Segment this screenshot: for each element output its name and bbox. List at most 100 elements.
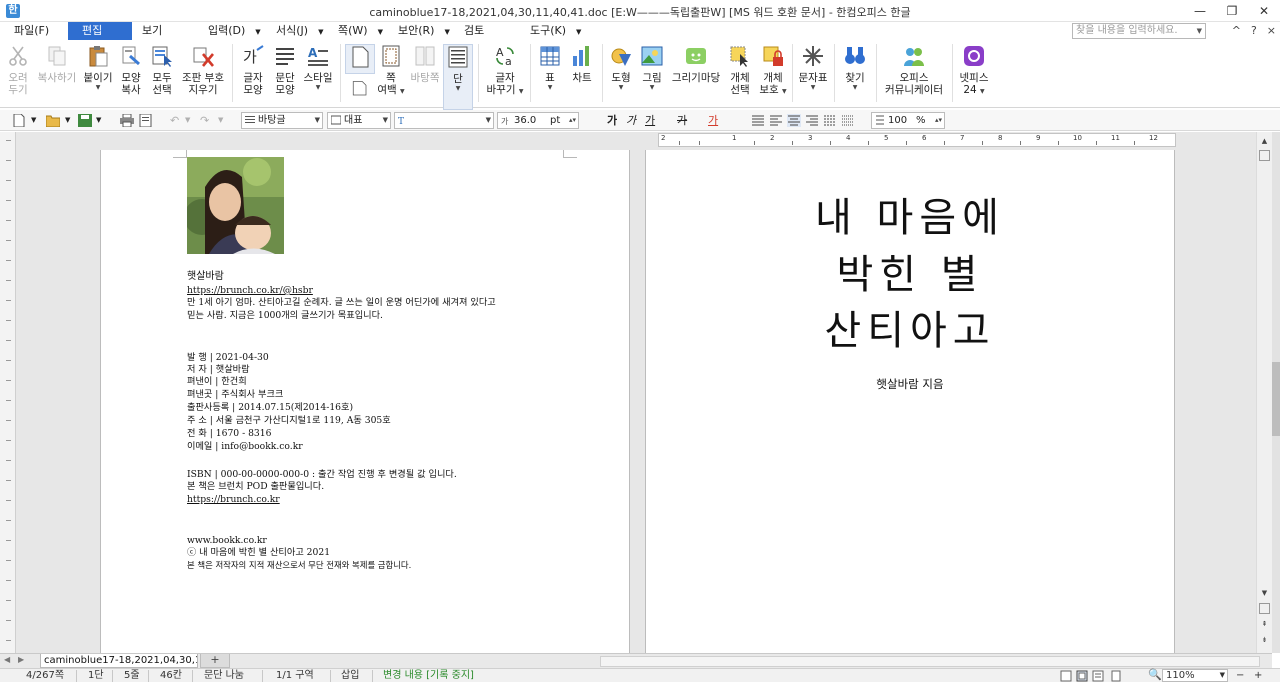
master-page-button[interactable]: 바탕쪽 bbox=[408, 44, 442, 84]
style-select[interactable]: 바탕글 ▼ bbox=[241, 112, 323, 129]
zoom-magnifier-icon[interactable]: 🔍 bbox=[1148, 669, 1162, 681]
minimize-button[interactable]: — bbox=[1184, 0, 1216, 22]
bold-button[interactable]: 가 bbox=[607, 112, 617, 129]
author-link[interactable]: https://brunch.co.kr/@hsbr bbox=[187, 285, 313, 297]
align-center-icon[interactable] bbox=[787, 114, 801, 127]
maximize-button[interactable]: ❐ bbox=[1216, 0, 1248, 22]
menu-page[interactable]: 쪽(W) ▼ bbox=[324, 22, 384, 40]
netffice-label: 넷피스 bbox=[959, 72, 989, 84]
search-input[interactable]: 찾을 내용을 입력하세요. ▼ bbox=[1072, 23, 1206, 39]
chevron-down-icon[interactable]: ▼ bbox=[31, 112, 36, 129]
underline-button[interactable]: 가 bbox=[645, 112, 655, 129]
find-button[interactable]: 찾기 ▼ bbox=[840, 44, 870, 92]
help-button[interactable]: ? bbox=[1251, 24, 1257, 37]
shape-button[interactable]: 도형 ▼ bbox=[607, 44, 635, 92]
status-page[interactable]: 4/267쪽 bbox=[26, 670, 64, 682]
outline-view-icon[interactable] bbox=[1110, 670, 1122, 682]
language-select[interactable]: 대표 ▼ bbox=[327, 112, 391, 129]
vertical-scrollbar[interactable]: ▲ ▼ ⇞ ⇟ bbox=[1256, 132, 1272, 653]
menu-tools[interactable]: 도구(K) ▼ bbox=[516, 22, 582, 40]
object-select-button[interactable]: 개체 선택 bbox=[726, 44, 754, 96]
status-insert-mode[interactable]: 삽입 bbox=[341, 670, 359, 682]
add-tab-button[interactable]: + bbox=[200, 654, 230, 668]
line-spacing-field[interactable]: 100 % ▴▾ bbox=[871, 112, 945, 129]
status-track-changes[interactable]: 변경 내용 [기록 중지] bbox=[383, 670, 474, 682]
clear-marks-button[interactable]: 조판 부호 지우기 bbox=[178, 44, 228, 96]
symbol-button[interactable]: 문자표 ▼ bbox=[796, 44, 830, 92]
page-view-icon[interactable] bbox=[1076, 670, 1088, 682]
format-painter-button[interactable]: 모양 복사 bbox=[118, 44, 144, 96]
office-communicator-button[interactable]: 오피스 커뮤니케이터 bbox=[880, 44, 948, 96]
menu-view[interactable]: 보기(U)▼ bbox=[128, 22, 194, 55]
document-tab[interactable]: caminoblue17-18,2021,04,30,11,... bbox=[40, 654, 198, 668]
doc-close-button[interactable]: × bbox=[1267, 24, 1276, 37]
cut-button[interactable]: 오려 두기 bbox=[4, 44, 32, 96]
menu-security[interactable]: 보안(R) ▼ bbox=[384, 22, 450, 40]
close-button[interactable]: ✕ bbox=[1248, 0, 1280, 22]
object-protect-button[interactable]: 개체 보호 ▼ bbox=[758, 44, 788, 96]
copy-button[interactable]: 복사하기 bbox=[34, 44, 80, 84]
table-button[interactable]: 표 ▼ bbox=[536, 44, 564, 92]
side-panel-handle[interactable] bbox=[1272, 362, 1280, 436]
web-view-icon[interactable] bbox=[1092, 670, 1104, 682]
chevron-down-icon[interactable]: ▼ bbox=[218, 112, 223, 129]
ruler-tick bbox=[699, 141, 700, 145]
align-distribute-icon[interactable] bbox=[823, 114, 837, 127]
italic-button[interactable]: 가 bbox=[626, 112, 636, 129]
chevron-down-icon[interactable]: ▼ bbox=[96, 112, 101, 129]
print-preview-icon[interactable] bbox=[139, 114, 153, 127]
menu-review[interactable]: 검토(H)▼ bbox=[450, 22, 516, 55]
menu-file[interactable]: 파일(F) bbox=[0, 22, 62, 40]
align-right-icon[interactable] bbox=[805, 114, 819, 127]
page-nav-icon[interactable] bbox=[1259, 603, 1270, 614]
para-shape-button[interactable]: 문단 모양 bbox=[270, 44, 300, 96]
horizontal-scrollbar[interactable] bbox=[600, 656, 1260, 667]
document-page-copyright[interactable] bbox=[100, 150, 630, 653]
replace-char-button[interactable]: Aa 글자 바꾸기 ▼ bbox=[486, 44, 524, 96]
netffice-button[interactable]: 넷피스 24 ▼ bbox=[956, 44, 992, 96]
style-button[interactable]: A 스타일 ▼ bbox=[302, 44, 334, 92]
open-folder-icon[interactable] bbox=[46, 114, 60, 127]
menu-edit[interactable]: 편집(E)▼ bbox=[68, 22, 132, 55]
save-icon[interactable] bbox=[78, 114, 92, 127]
picture-button[interactable]: 그림 ▼ bbox=[638, 44, 666, 92]
clipart-button[interactable]: 그리기마당 bbox=[670, 44, 722, 84]
align-left-icon[interactable] bbox=[769, 114, 783, 127]
margin-button[interactable]: 쪽 여백 ▼ bbox=[376, 44, 406, 96]
brunch-link[interactable]: https://brunch.co.kr bbox=[187, 494, 280, 506]
new-document-icon[interactable] bbox=[12, 114, 26, 127]
chart-button[interactable]: 차트 bbox=[568, 44, 596, 84]
align-justify-icon[interactable] bbox=[751, 114, 765, 127]
tab-prev-icon[interactable]: ◀ bbox=[4, 655, 10, 664]
ribbon-collapse-button[interactable]: ^ bbox=[1232, 24, 1241, 37]
author-photo[interactable] bbox=[187, 157, 284, 254]
font-color-button[interactable]: 가 bbox=[708, 112, 718, 129]
chevron-down-icon[interactable]: ▼ bbox=[65, 112, 70, 129]
page-button[interactable] bbox=[345, 44, 375, 74]
font-select[interactable]: T ▼ bbox=[394, 112, 494, 129]
page-view-icon[interactable] bbox=[1259, 150, 1270, 161]
paste-button[interactable]: 붙이기 ▼ bbox=[82, 44, 114, 92]
strike-button[interactable]: 가 bbox=[677, 112, 687, 129]
menu-insert[interactable]: 입력(D) ▼ bbox=[194, 22, 262, 40]
scroll-down-icon[interactable]: ▼ bbox=[1259, 588, 1270, 599]
zoom-select[interactable]: 110% ▼ bbox=[1162, 669, 1228, 682]
align-divide-icon[interactable] bbox=[841, 114, 855, 127]
char-shape-button[interactable]: 가 글자 모양 bbox=[238, 44, 268, 96]
font-size-field[interactable]: 가 36.0 pt ▴▾ bbox=[497, 112, 579, 129]
prev-page-icon[interactable]: ⇞ bbox=[1259, 619, 1270, 630]
chevron-down-icon[interactable]: ▼ bbox=[185, 112, 190, 129]
zoom-in-icon[interactable]: + bbox=[1254, 670, 1262, 682]
columns-button[interactable]: 단 ▼ bbox=[443, 44, 473, 110]
next-page-icon[interactable]: ⇟ bbox=[1259, 635, 1270, 646]
menu-format[interactable]: 서식(J) ▼ bbox=[262, 22, 326, 40]
scroll-up-icon[interactable]: ▲ bbox=[1259, 136, 1270, 147]
redo-icon[interactable]: ↷ bbox=[200, 112, 209, 129]
undo-icon[interactable]: ↶ bbox=[170, 112, 179, 129]
print-icon[interactable] bbox=[120, 114, 134, 127]
page-alt-button[interactable] bbox=[345, 80, 375, 102]
normal-view-icon[interactable] bbox=[1060, 670, 1072, 682]
zoom-out-icon[interactable]: − bbox=[1236, 670, 1244, 682]
tab-next-icon[interactable]: ▶ bbox=[18, 655, 24, 664]
select-all-button[interactable]: 모두 선택 bbox=[148, 44, 176, 96]
